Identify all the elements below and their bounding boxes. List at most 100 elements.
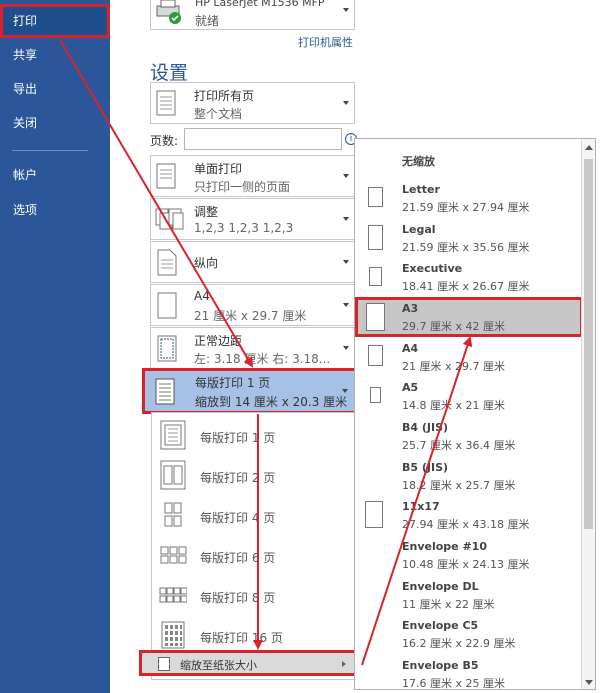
pages-per-sheet-dropdown[interactable]: 每版打印 1 页 缩放到 14 厘米 x 20.3 厘米 — [142, 368, 357, 414]
paper-name: Executive — [402, 262, 463, 275]
paper-item-legal[interactable]: Legal 21.59 厘米 x 35.56 厘米 — [355, 218, 583, 258]
paper-list-scrollbar[interactable] — [581, 139, 595, 689]
paper-dims: 25.7 厘米 x 36.4 厘米 — [402, 439, 516, 452]
nav-item-print[interactable]: 打印 — [0, 4, 110, 38]
paper-dims: 21.59 厘米 x 35.56 厘米 — [402, 241, 530, 254]
no-scale-label: 无缩放 — [402, 155, 435, 168]
paper-shape-icon — [368, 187, 383, 207]
print-range-label: 打印所有页 — [194, 89, 255, 103]
pages-per-sheet-menu: 每版打印 1 页 每版打印 2 页 每版打印 4 页 每版打印 6 页 每版打印… — [151, 412, 356, 680]
printer-properties-link[interactable]: 打印机属性 — [298, 34, 353, 50]
menu-item-2-pages[interactable]: 每版打印 2 页 — [152, 455, 352, 495]
nav-item-export[interactable]: 导出 — [0, 72, 110, 106]
nav-divider — [12, 150, 88, 151]
layout-4-icon — [164, 502, 182, 527]
paper-name: B5 (JIS) — [402, 461, 449, 474]
scroll-thumb[interactable] — [584, 159, 593, 529]
menu-item-4-pages[interactable]: 每版打印 4 页 — [152, 495, 352, 535]
pages-label: 页数: — [150, 134, 179, 148]
paper-name: Envelope DL — [402, 580, 479, 593]
duplex-dropdown[interactable]: 单面打印 只打印一侧的页面 — [150, 155, 355, 197]
paper-item-executive[interactable]: Executive 18.41 厘米 x 26.67 厘米 — [355, 257, 583, 297]
orientation-dropdown[interactable]: 纵向 — [150, 241, 355, 283]
paper-shape-icon — [368, 345, 383, 366]
chevron-down-icon — [343, 174, 349, 178]
paper-size-icon — [158, 657, 170, 671]
chevron-down-icon — [343, 303, 349, 307]
paper-dims: 10.48 厘米 x 24.13 厘米 — [402, 558, 530, 571]
paper-item-letter[interactable]: Letter 21.59 厘米 x 27.94 厘米 — [355, 178, 583, 218]
paper-item-envelope-c5[interactable]: Envelope C5 16.2 厘米 x 22.9 厘米 — [355, 614, 583, 654]
menu-item-16-pages[interactable]: 每版打印 16 页 — [152, 615, 352, 655]
printer-icon — [156, 0, 181, 24]
portrait-icon — [157, 249, 177, 276]
chevron-down-icon — [343, 101, 349, 105]
paper-name: A5 — [402, 381, 419, 394]
paper-size-dropdown[interactable]: A4 21 厘米 x 29.7 厘米 — [150, 284, 355, 326]
collate-dropdown[interactable]: 调整 1,2,3 1,2,3 1,2,3 — [150, 198, 355, 240]
chevron-down-icon — [343, 8, 349, 12]
chevron-down-icon — [343, 260, 349, 264]
paper-dims: 27.94 厘米 x 43.18 厘米 — [402, 518, 530, 531]
layout-8-icon — [159, 587, 187, 603]
scroll-down-icon[interactable] — [585, 680, 593, 685]
paper-name: Envelope C5 — [402, 619, 479, 632]
print-range-dropdown[interactable]: 打印所有页 整个文档 — [150, 82, 355, 124]
menu-item-label: 每版打印 1 页 — [200, 431, 276, 445]
chevron-down-icon — [343, 217, 349, 221]
scroll-up-icon[interactable] — [585, 145, 593, 150]
paper-item-11x17[interactable]: 11x17 27.94 厘米 x 43.18 厘米 — [355, 495, 583, 535]
fit-to-paper-size-item[interactable]: 缩放至纸张大小 — [139, 650, 357, 676]
paper-dims: 17.6 厘米 x 25 厘米 — [402, 677, 505, 690]
document-pages-icon — [156, 90, 176, 116]
paper-item-envelope-10[interactable]: Envelope #10 10.48 厘米 x 24.13 厘米 — [355, 535, 583, 575]
nav-item-close[interactable]: 关闭 — [0, 106, 110, 140]
paper-dims: 18.2 厘米 x 25.7 厘米 — [402, 479, 516, 492]
menu-item-label: 每版打印 6 页 — [200, 551, 276, 565]
paper-shape-icon — [368, 225, 383, 250]
duplex-label: 单面打印 — [194, 162, 243, 176]
paper-item-no-scale[interactable]: 无缩放 — [355, 139, 583, 179]
paper-size-sub: 21 厘米 x 29.7 厘米 — [194, 309, 307, 323]
paper-item-b5-jis[interactable]: B5 (JIS) 18.2 厘米 x 25.7 厘米 — [355, 456, 583, 496]
backstage-nav: 打印 共享 导出 关闭 帐户 选项 — [0, 0, 110, 693]
nav-item-options[interactable]: 选项 — [0, 193, 110, 227]
paper-item-envelope-b5[interactable]: Envelope B5 17.6 厘米 x 25 厘米 — [355, 654, 583, 690]
paper-shape-icon — [369, 267, 382, 286]
chevron-down-icon — [343, 346, 349, 350]
printer-selector[interactable]: HP LaserJet M1536 MFP 就绪 — [150, 0, 355, 30]
menu-item-label: 每版打印 8 页 — [200, 591, 276, 605]
single-side-icon — [156, 163, 176, 189]
paper-dims: 16.2 厘米 x 22.9 厘米 — [402, 637, 516, 650]
margins-dropdown[interactable]: 正常边距 左: 3.18 厘米 右: 3.18... — [150, 327, 355, 369]
pages-per-sheet-sub: 缩放到 14 厘米 x 20.3 厘米 — [195, 395, 348, 409]
layout-6-icon — [160, 546, 187, 564]
printer-status: 就绪 — [195, 14, 220, 28]
menu-item-8-pages[interactable]: 每版打印 8 页 — [152, 575, 352, 615]
paper-dims: 11 厘米 x 22 厘米 — [402, 598, 495, 611]
paper-name: A3 — [402, 302, 419, 315]
nav-item-account[interactable]: 帐户 — [0, 158, 110, 192]
paper-name: 11x17 — [402, 500, 440, 513]
chevron-down-icon — [342, 389, 348, 393]
paper-name: Letter — [402, 183, 440, 196]
paper-item-a5[interactable]: A5 14.8 厘米 x 21 厘米 — [355, 376, 583, 416]
layout-2-icon — [160, 460, 186, 490]
menu-item-6-pages[interactable]: 每版打印 6 页 — [152, 535, 352, 575]
duplex-sub: 只打印一侧的页面 — [194, 180, 291, 194]
nav-item-share[interactable]: 共享 — [0, 38, 110, 72]
paper-item-b4-jis[interactable]: B4 (JIS) 25.7 厘米 x 36.4 厘米 — [355, 416, 583, 456]
margins-icon — [157, 335, 177, 362]
pages-input[interactable] — [184, 128, 342, 150]
fit-to-paper-label: 缩放至纸张大小 — [180, 659, 257, 672]
menu-item-1-page[interactable]: 每版打印 1 页 — [152, 415, 352, 455]
paper-name: Legal — [402, 223, 436, 236]
paper-size-list: 无缩放 Letter 21.59 厘米 x 27.94 厘米 Legal 21.… — [354, 138, 596, 690]
paper-item-envelope-dl[interactable]: Envelope DL 11 厘米 x 22 厘米 — [355, 575, 583, 615]
paper-item-a4[interactable]: A4 21 厘米 x 29.7 厘米 — [355, 337, 583, 377]
layout-1-icon — [160, 420, 186, 450]
collate-sub: 1,2,3 1,2,3 1,2,3 — [194, 221, 294, 235]
paper-dims: 18.41 厘米 x 26.67 厘米 — [402, 280, 530, 293]
paper-item-a3[interactable]: A3 29.7 厘米 x 42 厘米 — [355, 297, 583, 337]
printer-name: HP LaserJet M1536 MFP — [195, 0, 325, 9]
